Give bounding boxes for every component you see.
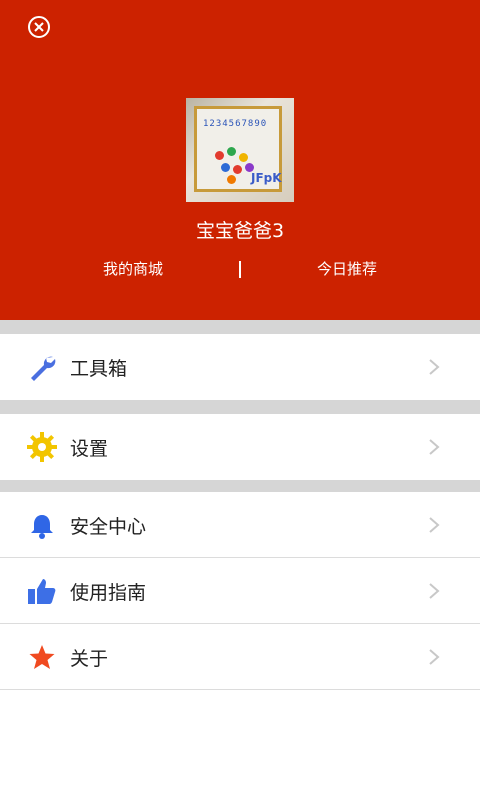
bell-icon xyxy=(26,509,58,541)
close-icon[interactable] xyxy=(28,16,50,38)
avatar-photo-board: 1234567890 JFpK xyxy=(194,106,282,192)
menu-item-guide[interactable]: 使用指南 xyxy=(0,558,480,624)
wrench-icon xyxy=(26,351,58,383)
thumbs-up-icon xyxy=(26,575,58,607)
chevron-right-icon xyxy=(428,516,440,538)
menu-item-label: 设置 xyxy=(70,438,109,460)
today-recommend-link[interactable]: 今日推荐 xyxy=(287,258,407,279)
menu-item-label: 关于 xyxy=(70,648,109,670)
section-gap xyxy=(0,480,480,492)
avatar[interactable]: 1234567890 JFpK xyxy=(186,98,294,202)
my-mall-link[interactable]: 我的商城 xyxy=(73,258,193,279)
row-divider xyxy=(0,689,480,690)
user-name: 宝宝爸爸3 xyxy=(195,220,285,242)
menu-item-settings[interactable]: 设置 xyxy=(0,414,480,480)
menu-item-label: 使用指南 xyxy=(70,582,147,604)
section-gap xyxy=(0,320,480,334)
chevron-right-icon xyxy=(428,648,440,670)
menu-item-about[interactable]: 关于 xyxy=(0,624,480,690)
chevron-right-icon xyxy=(428,582,440,604)
chevron-right-icon xyxy=(428,438,440,460)
menu-item-toolbox[interactable]: 工具箱 xyxy=(0,334,480,400)
menu-item-label: 安全中心 xyxy=(70,516,147,538)
chevron-right-icon xyxy=(428,358,440,380)
section-gap xyxy=(0,400,480,414)
profile-links: 我的商城 今日推荐 xyxy=(0,258,480,282)
menu-item-label: 工具箱 xyxy=(70,358,128,380)
star-icon xyxy=(26,641,58,673)
profile-header: 1234567890 JFpK 宝宝爸爸3 我的商城 今日推荐 xyxy=(0,0,480,320)
link-separator xyxy=(239,261,241,278)
menu-item-security[interactable]: 安全中心 xyxy=(0,492,480,558)
gear-icon xyxy=(26,431,58,463)
